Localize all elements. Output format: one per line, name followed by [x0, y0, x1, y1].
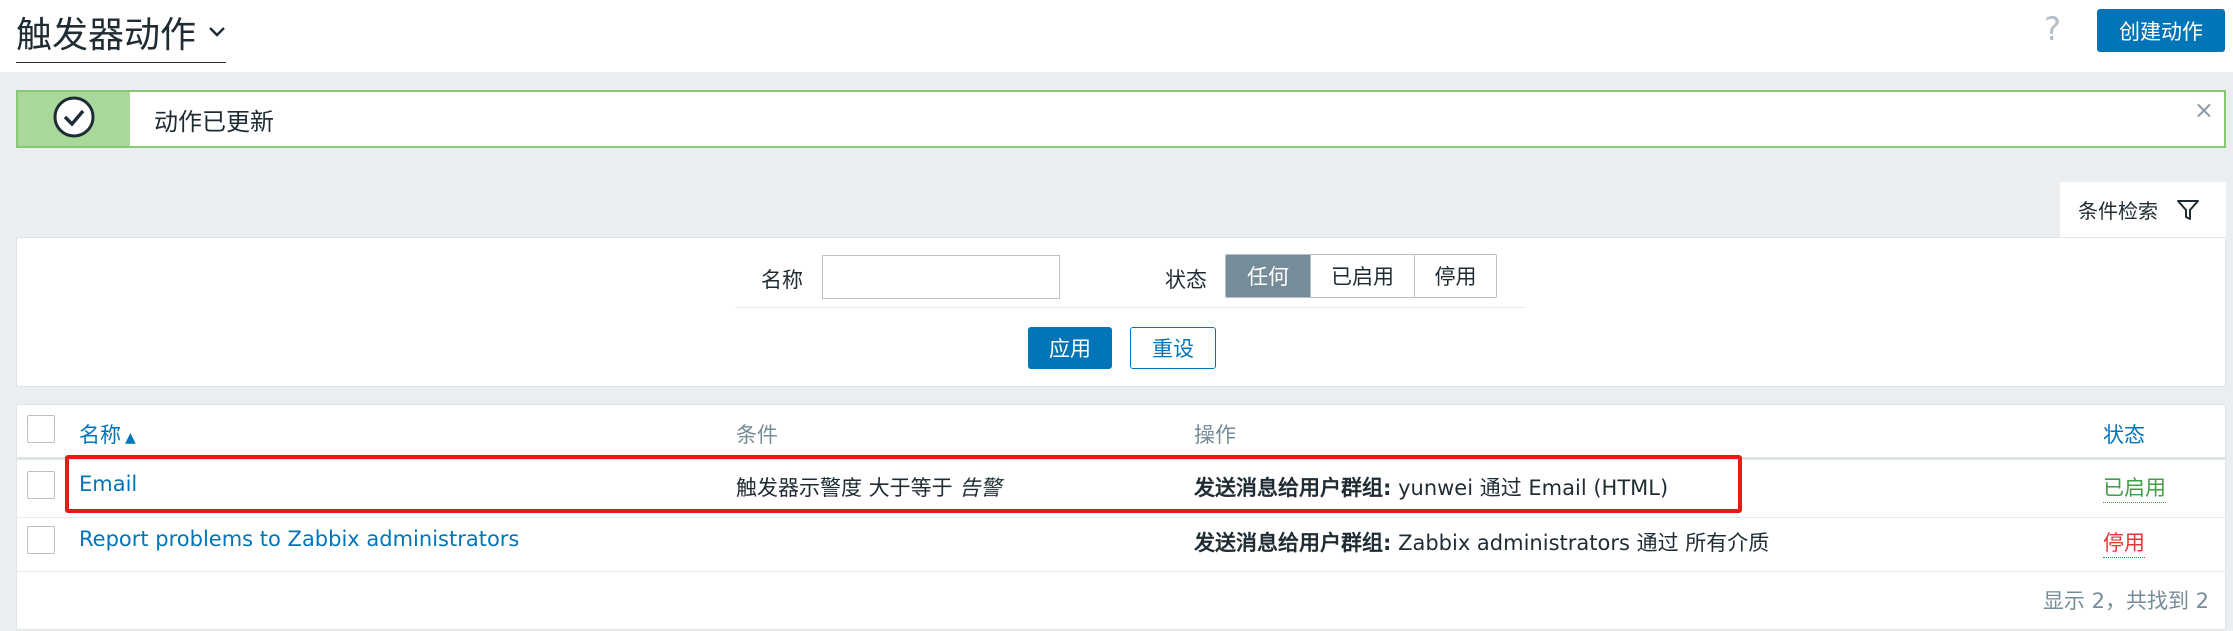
conditions-cell: 触发器示警度 大于等于 告警 — [736, 476, 1002, 500]
page-title-label: 触发器动作 — [16, 15, 197, 56]
header-divider — [17, 457, 2225, 460]
filter-tab[interactable]: 条件检索 — [2060, 182, 2226, 237]
operations-cell: 发送消息给用户群组: Zabbix administrators 通过 所有介质 — [1194, 531, 1770, 555]
apply-button[interactable]: 应用 — [1028, 327, 1112, 369]
create-action-button[interactable]: 创建动作 — [2097, 9, 2225, 52]
column-header-conditions: 条件 — [736, 423, 778, 447]
column-header-operations: 操作 — [1194, 423, 1236, 447]
row-checkbox[interactable] — [27, 471, 55, 499]
divider — [735, 307, 1525, 308]
message-text: 动作已更新 — [154, 107, 274, 136]
status-toggle-link[interactable]: 已启用 — [2103, 472, 2166, 503]
page-title[interactable]: 触发器动作 — [16, 6, 227, 63]
funnel-icon — [2176, 198, 2200, 222]
pagination-summary: 显示 2，共找到 2 — [2042, 589, 2209, 613]
status-toggle-link[interactable]: 停用 — [2103, 527, 2145, 558]
column-header-status[interactable]: 状态 — [2103, 419, 2145, 449]
action-name-link[interactable]: Email — [79, 472, 137, 496]
status-filter-label: 状态 — [1165, 268, 1207, 292]
filter-panel: 名称 状态 任何 已启用 停用 应用 重设 — [16, 237, 2226, 387]
row-divider — [17, 571, 2225, 572]
action-name-link[interactable]: Report problems to Zabbix administrators — [79, 527, 519, 551]
operations-cell: 发送消息给用户群组: yunwei 通过 Email (HTML) — [1194, 476, 1669, 500]
chevron-down-icon — [208, 26, 226, 38]
sort-asc-icon: ▲ — [125, 430, 136, 446]
help-icon[interactable]: ? — [2044, 10, 2061, 48]
select-all-checkbox[interactable] — [27, 415, 55, 443]
column-header-name[interactable]: 名称 ▲ — [79, 419, 136, 449]
page-header: 触发器动作 ? 创建动作 — [0, 0, 2233, 72]
row-divider — [17, 517, 2225, 518]
name-filter-label: 名称 — [761, 268, 803, 292]
status-segmented-control: 任何 已启用 停用 — [1225, 254, 1497, 298]
filter-tab-label: 条件检索 — [2078, 199, 2158, 223]
check-circle-icon — [52, 95, 96, 143]
close-icon[interactable]: × — [2194, 96, 2214, 124]
actions-table: 名称 ▲ 条件 操作 状态 Email 触发器示警度 大于等于 告警 发送消息给用… — [16, 404, 2226, 630]
name-filter-input[interactable] — [822, 255, 1060, 299]
reset-button[interactable]: 重设 — [1130, 327, 1216, 369]
message-icon-box — [18, 92, 130, 146]
status-option-any[interactable]: 任何 — [1226, 255, 1310, 297]
status-option-enabled[interactable]: 已启用 — [1310, 255, 1414, 297]
row-checkbox[interactable] — [27, 526, 55, 554]
status-option-disabled[interactable]: 停用 — [1414, 255, 1496, 297]
success-message: 动作已更新 × — [16, 90, 2226, 148]
